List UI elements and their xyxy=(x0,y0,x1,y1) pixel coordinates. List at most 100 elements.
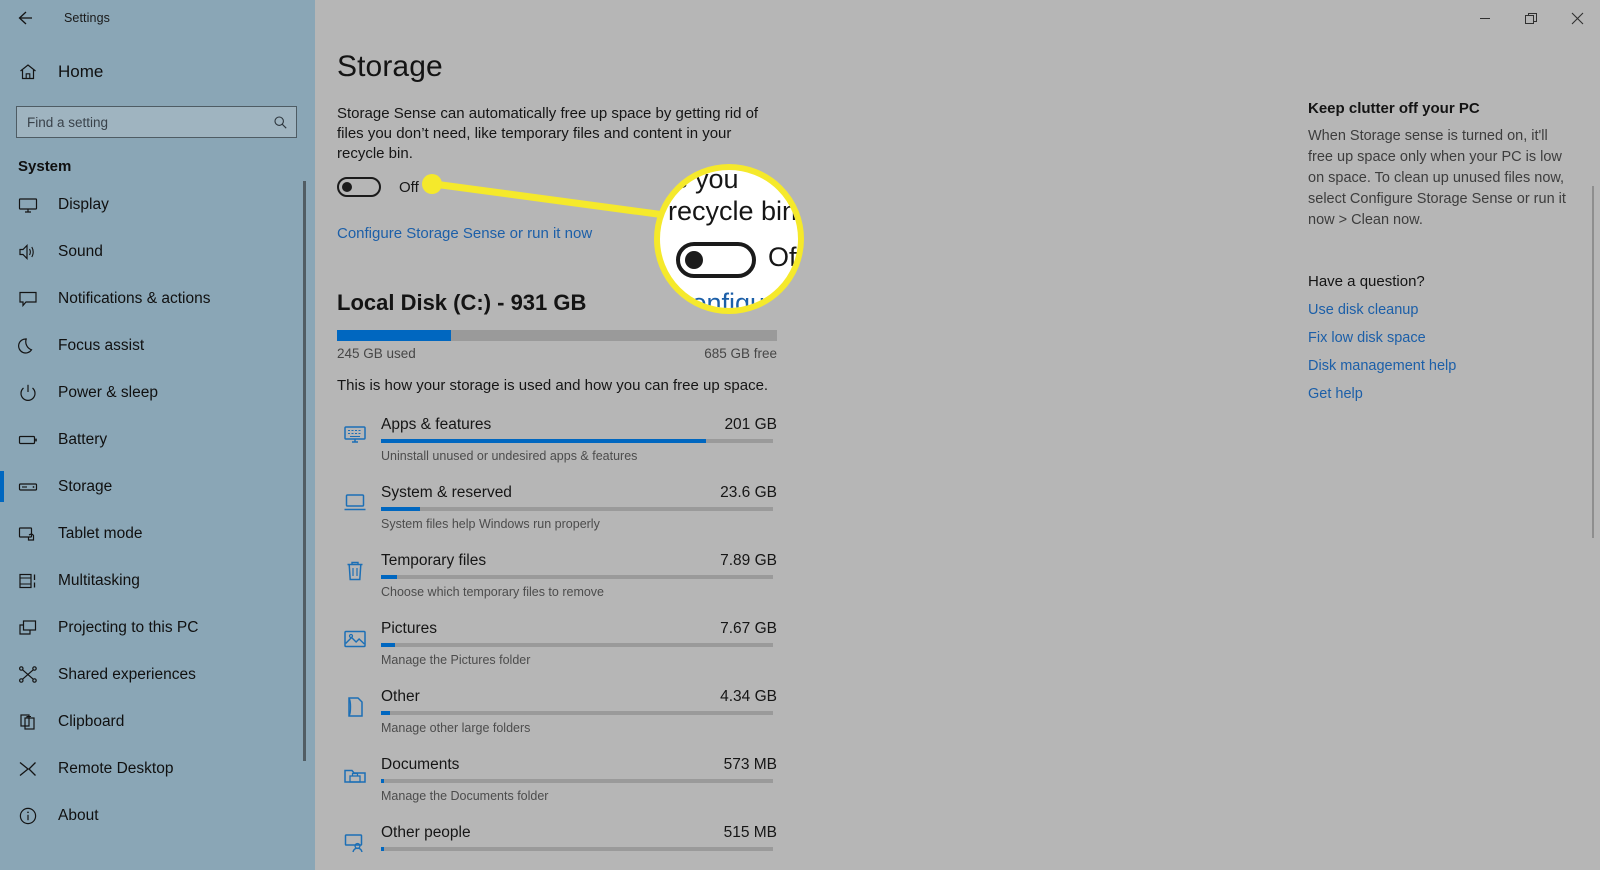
sidebar-item-focus-assist[interactable]: Focus assist xyxy=(0,322,315,369)
search-box[interactable] xyxy=(16,106,297,138)
sidebar-item-label: Storage xyxy=(58,477,113,495)
tablet-icon xyxy=(18,524,44,544)
page-icon xyxy=(342,694,368,720)
sidebar-item-home[interactable]: Home xyxy=(0,52,315,92)
speaker-icon xyxy=(18,242,44,262)
storage-category-bar xyxy=(381,507,773,511)
storage-category-subtitle: System files help Windows run properly xyxy=(381,517,600,531)
storage-category-bar xyxy=(381,643,773,647)
sidebar-item-display[interactable]: Display xyxy=(0,181,315,228)
magnified-toggle xyxy=(676,242,756,278)
back-arrow-icon xyxy=(18,11,32,25)
help-heading: Keep clutter off your PC xyxy=(1308,100,1480,117)
storage-category-name: Other people xyxy=(381,824,471,841)
storage-usage-note: This is how your storage is used and how… xyxy=(337,377,769,394)
configure-storage-sense-link[interactable]: Configure Storage Sense or run it now xyxy=(337,225,592,242)
search-input[interactable] xyxy=(27,114,272,130)
toggle-knob xyxy=(342,182,352,192)
sidebar-item-storage[interactable]: Storage xyxy=(0,463,315,510)
laptop-icon xyxy=(342,490,368,516)
battery-icon xyxy=(18,430,44,450)
main-content: Storage Storage Sense can automatically … xyxy=(315,36,1600,870)
sidebar-item-label: Notifications & actions xyxy=(58,289,211,307)
storage-category-row[interactable]: System & reserved 23.6 GB System files hel… xyxy=(337,478,777,546)
sidebar-item-multitasking[interactable]: Multitasking xyxy=(0,557,315,604)
apps-icon xyxy=(342,422,368,448)
storage-category-bar-fill xyxy=(381,507,421,511)
storage-category-subtitle: Manage the Pictures folder xyxy=(381,653,531,667)
storage-category-subtitle: Manage other large folders xyxy=(381,721,531,735)
notification-icon xyxy=(18,289,44,309)
disk-usage-fill xyxy=(337,330,452,341)
storage-category-bar-fill xyxy=(381,439,707,443)
clipboard-icon xyxy=(18,712,44,732)
minimize-button[interactable] xyxy=(1462,0,1508,36)
storage-sense-toggle-state: Off xyxy=(399,178,419,196)
sidebar-item-label: Tablet mode xyxy=(58,524,143,542)
sidebar-item-remote-desktop[interactable]: Remote Desktop xyxy=(0,745,315,792)
storage-sense-description: Storage Sense can automatically free up … xyxy=(337,105,759,162)
storage-category-subtitle: Choose which temporary files to remove xyxy=(381,585,605,599)
search-icon xyxy=(272,114,288,130)
storage-category-bar xyxy=(381,779,773,783)
sidebar-item-tablet-mode[interactable]: Tablet mode xyxy=(0,510,315,557)
minimize-icon xyxy=(1480,18,1490,19)
sidebar-item-shared-experiences[interactable]: Shared experiences xyxy=(0,651,315,698)
storage-category-header: System & reserved 23.6 GB xyxy=(381,478,777,502)
sidebar-item-label: Multitasking xyxy=(58,571,140,589)
back-button[interactable] xyxy=(2,2,48,34)
help-link[interactable]: Use disk cleanup xyxy=(1308,302,1573,318)
sidebar-item-sound[interactable]: Sound xyxy=(0,228,315,275)
sidebar-item-label: About xyxy=(58,806,99,824)
multitasking-icon xyxy=(18,571,44,591)
storage-category-row[interactable]: Documents 573 MB Manage the Documents fold… xyxy=(337,750,777,818)
help-link[interactable]: Get help xyxy=(1308,386,1573,402)
sidebar-item-notifications[interactable]: Notifications & actions xyxy=(0,275,315,322)
storage-sense-toggle[interactable] xyxy=(337,177,381,197)
storage-category-size: 4.34 GB xyxy=(720,688,777,705)
storage-category-header: Other people 515 MB xyxy=(381,818,777,842)
storage-category-size: 573 MB xyxy=(723,756,777,773)
storage-category-row[interactable]: Pictures 7.67 GB Manage the Pictures folde… xyxy=(337,614,777,682)
sidebar-item-label: Focus assist xyxy=(58,336,145,354)
help-question-heading: Have a question? xyxy=(1308,273,1425,290)
storage-category-header: Temporary files 7.89 GB xyxy=(381,546,777,570)
page-title: Storage xyxy=(337,50,443,83)
storage-category-row[interactable]: Other people 515 MB xyxy=(337,818,777,870)
info-icon xyxy=(18,806,44,826)
storage-category-header: Pictures 7.67 GB xyxy=(381,614,777,638)
magnified-text-line2: recycle bin. xyxy=(668,196,804,226)
sidebar-item-power-sleep[interactable]: Power & sleep xyxy=(0,369,315,416)
close-button[interactable] xyxy=(1554,0,1600,36)
storage-category-bar-fill xyxy=(381,575,397,579)
sidebar-item-projecting[interactable]: Projecting to this PC xyxy=(0,604,315,651)
restore-button[interactable] xyxy=(1508,0,1554,36)
storage-category-row[interactable]: Other 4.34 GB Manage other large folders xyxy=(337,682,777,750)
storage-category-bar-fill xyxy=(381,711,390,715)
disk-usage-legend: 245 GB used 685 GB free xyxy=(337,346,777,361)
help-link[interactable]: Disk management help xyxy=(1308,358,1573,374)
sidebar-item-about[interactable]: About xyxy=(0,792,315,839)
storage-category-subtitle: Manage the Documents folder xyxy=(381,789,549,803)
storage-category-bar xyxy=(381,575,773,579)
main-scrollbar[interactable] xyxy=(1592,186,1594,538)
sidebar-item-battery[interactable]: Battery xyxy=(0,416,315,463)
title-bar-left: Settings xyxy=(0,0,315,36)
help-links-list: Use disk cleanup Fix low disk space Disk m… xyxy=(1308,302,1573,402)
picture-icon xyxy=(342,626,368,652)
storage-category-subtitle: Uninstall unused or undesired apps & fea… xyxy=(381,449,638,463)
help-link[interactable]: Fix low disk space xyxy=(1308,330,1573,346)
window-controls xyxy=(1462,0,1600,36)
storage-category-row[interactable]: Temporary files 7.89 GB Choose which tempo… xyxy=(337,546,777,614)
storage-category-name: Other xyxy=(381,688,420,705)
storage-category-row[interactable]: Apps & features 201 GB Uninstall unused or… xyxy=(337,410,777,478)
storage-category-size: 23.6 GB xyxy=(720,484,777,501)
storage-category-name: Documents xyxy=(381,756,460,773)
sidebar-nav-list: Display Sound Notifications & actions Fo… xyxy=(0,181,315,839)
magnifier-callout: s you recycle bin. Off Configure S xyxy=(654,164,804,314)
sidebar-item-clipboard[interactable]: Clipboard xyxy=(0,698,315,745)
sidebar-home-label: Home xyxy=(58,62,104,81)
sidebar-scrollbar[interactable] xyxy=(303,181,306,761)
help-body-text: When Storage sense is turned on, it'll f… xyxy=(1308,128,1566,228)
sidebar: Home System Display xyxy=(0,36,315,870)
